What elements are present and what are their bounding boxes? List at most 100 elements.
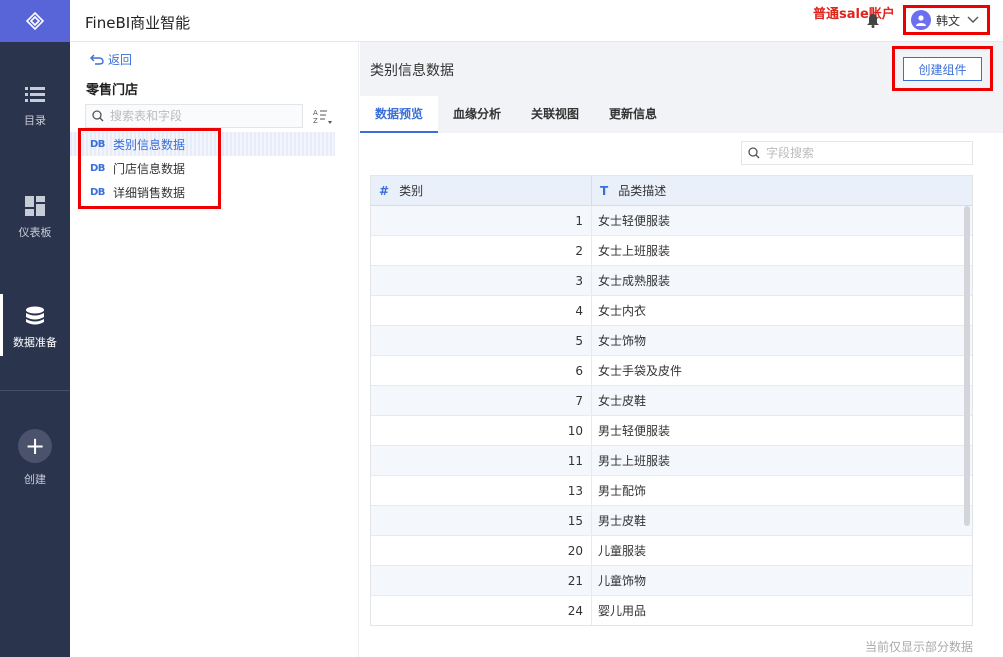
cell-id: 20 [371, 536, 592, 565]
table-row: 20 儿童服装 [371, 536, 972, 566]
cell-desc: 女士轻便服装 [598, 214, 671, 228]
column-header-desc[interactable]: T 品类描述 [592, 176, 972, 205]
table-row: 15 男士皮鞋 [371, 506, 972, 536]
table-row: 24 婴儿用品 [371, 596, 972, 625]
cell-id: 11 [371, 446, 592, 475]
nav-label: 数据准备 [13, 336, 57, 349]
cell-desc: 女士皮鞋 [598, 394, 647, 408]
text-type-icon: T [600, 183, 609, 198]
cell-desc: 女士饰物 [598, 334, 647, 348]
bell-icon[interactable] [867, 14, 879, 28]
cell-id: 1 [371, 206, 592, 235]
top-header: FineBI商业智能 普通sale账户 韩文 [70, 0, 1003, 42]
app-logo[interactable] [0, 0, 70, 42]
nav-divider [0, 390, 70, 391]
cell-id: 21 [371, 566, 592, 595]
field-search[interactable] [741, 141, 973, 165]
cell-id: 3 [371, 266, 592, 295]
data-grid: # 类别 T 品类描述 1 女士轻便服装 2 女士上班服装 3 女士成熟服装 4 女士内… [370, 175, 973, 626]
nav-item-data-prep[interactable]: 数据准备 [0, 294, 70, 356]
number-type-icon: # [379, 183, 390, 198]
preview-footnote: 当前仅显示部分数据 [864, 640, 973, 654]
chevron-down-icon [967, 16, 979, 23]
cell-id: 10 [371, 416, 592, 445]
cell-id: 24 [371, 596, 592, 625]
table-row: 10 男士轻便服装 [371, 416, 972, 446]
nav-item-catalog[interactable]: 目录 [0, 86, 70, 128]
cell-desc: 女士手袋及皮件 [598, 364, 683, 378]
search-icon [748, 147, 760, 159]
cell-id: 5 [371, 326, 592, 355]
table-title: 类别信息数据 [370, 63, 454, 79]
grid-scrollbar[interactable] [964, 206, 970, 526]
left-nav: 目录 仪表板 数据准备 + 创建 [0, 0, 70, 657]
table-row: 6 女士手袋及皮件 [371, 356, 972, 386]
table-row: 5 女士饰物 [371, 326, 972, 356]
cell-desc: 男士配饰 [598, 484, 647, 498]
database-icon [26, 306, 44, 325]
field-search-input[interactable] [766, 146, 946, 160]
cell-desc: 儿童饰物 [598, 574, 647, 588]
column-label: 品类描述 [618, 184, 667, 198]
column-header-category[interactable]: # 类别 [371, 176, 592, 205]
cell-desc: 男士皮鞋 [598, 514, 647, 528]
nav-label: 仪表板 [18, 226, 52, 239]
main-area: 类别信息数据 创建组件 数据预览 血缘分析 关联视图 更新信息 # 类别 T [360, 42, 1003, 657]
package-title: 零售门店 [86, 83, 139, 98]
cell-id: 6 [371, 356, 592, 385]
back-label: 返回 [108, 53, 133, 67]
table-search[interactable] [85, 104, 303, 128]
column-label: 类别 [399, 184, 424, 198]
preview-content: 数据预览 血缘分析 关联视图 更新信息 # 类别 T 品类描述 [360, 96, 1003, 657]
cell-desc: 儿童服装 [598, 544, 647, 558]
nav-item-create[interactable]: + 创建 [0, 429, 70, 487]
undo-arrow-icon [90, 54, 104, 65]
table-row: 7 女士皮鞋 [371, 386, 972, 416]
cell-desc: 男士轻便服装 [598, 424, 671, 438]
table-row: 4 女士内衣 [371, 296, 972, 326]
nav-label: 创建 [24, 473, 46, 486]
user-menu[interactable]: 韩文 [903, 5, 990, 35]
user-icon [916, 15, 926, 26]
cell-desc: 女士成熟服装 [598, 274, 671, 288]
plus-icon: + [18, 429, 52, 463]
table-row: 11 男士上班服装 [371, 446, 972, 476]
cell-desc: 女士内衣 [598, 304, 647, 318]
svg-text:A: A [313, 109, 318, 117]
back-link[interactable]: 返回 [90, 51, 132, 68]
user-name: 韩文 [936, 13, 961, 28]
grid-header: # 类别 T 品类描述 [371, 176, 972, 206]
cell-desc: 男士上班服装 [598, 454, 671, 468]
cell-id: 4 [371, 296, 592, 325]
table-row: 3 女士成熟服装 [371, 266, 972, 296]
sort-icon[interactable]: A Z [313, 108, 333, 126]
table-row: 13 男士配饰 [371, 476, 972, 506]
cell-id: 15 [371, 506, 592, 535]
search-icon [92, 110, 104, 122]
avatar [911, 10, 931, 30]
annotation-label: 普通sale账户 [813, 7, 895, 22]
table-search-input[interactable] [110, 109, 290, 123]
table-row: 1 女士轻便服装 [371, 206, 972, 236]
grid-body: 1 女士轻便服装 2 女士上班服装 3 女士成熟服装 4 女士内衣 5 女士饰物 6 女士手… [371, 206, 972, 625]
annotation-box-tables [78, 128, 221, 209]
table-row: 21 儿童饰物 [371, 566, 972, 596]
svg-text:Z: Z [313, 117, 318, 125]
tab-relation-view[interactable]: 关联视图 [516, 96, 594, 133]
list-icon [25, 87, 45, 102]
cell-desc: 婴儿用品 [598, 604, 647, 618]
app-title: FineBI商业智能 [85, 14, 191, 32]
nav-item-dashboard[interactable]: 仪表板 [0, 196, 70, 240]
tab-update-info[interactable]: 更新信息 [594, 96, 672, 133]
table-row: 2 女士上班服装 [371, 236, 972, 266]
dashboard-icon [25, 196, 45, 216]
cell-id: 13 [371, 476, 592, 505]
logo-icon [25, 11, 45, 31]
cell-desc: 女士上班服装 [598, 244, 671, 258]
tab-data-preview[interactable]: 数据预览 [360, 96, 439, 133]
tab-bar: 数据预览 血缘分析 关联视图 更新信息 [360, 96, 1003, 133]
annotation-box-create [892, 46, 993, 91]
nav-label: 目录 [24, 114, 46, 127]
cell-id: 7 [371, 386, 592, 415]
tab-lineage[interactable]: 血缘分析 [438, 96, 516, 133]
